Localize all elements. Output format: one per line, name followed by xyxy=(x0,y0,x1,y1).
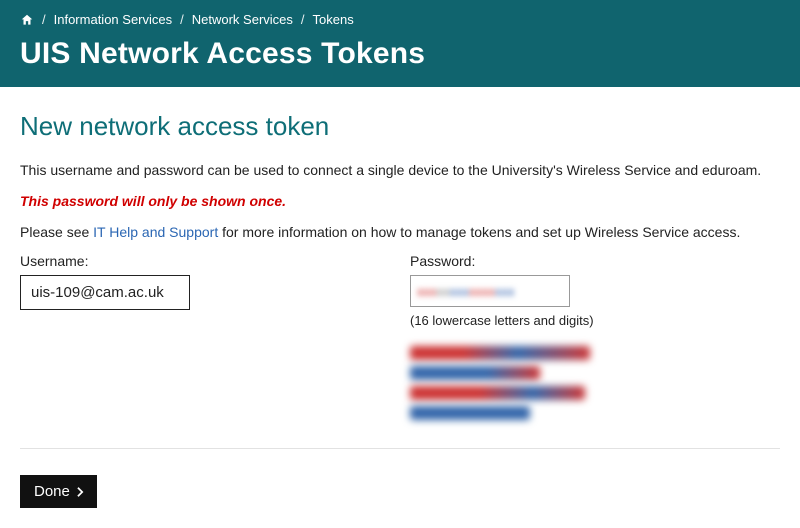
password-label: Password: xyxy=(410,253,780,269)
mnemonic-obscured xyxy=(410,346,780,420)
breadcrumb-item-information-services[interactable]: Information Services xyxy=(54,12,173,27)
breadcrumb-item-network-services[interactable]: Network Services xyxy=(192,12,293,27)
breadcrumb-separator: / xyxy=(301,12,305,27)
breadcrumb-separator: / xyxy=(180,12,184,27)
page-title: UIS Network Access Tokens xyxy=(20,37,780,71)
home-icon[interactable] xyxy=(20,13,34,27)
chevron-right-icon xyxy=(76,486,85,498)
breadcrumb-item-tokens: Tokens xyxy=(313,12,354,27)
breadcrumb: / Information Services / Network Service… xyxy=(20,12,780,27)
divider xyxy=(20,448,780,449)
help-suffix: for more information on how to manage to… xyxy=(218,224,740,240)
username-label: Username: xyxy=(20,253,390,269)
help-prefix: Please see xyxy=(20,224,93,240)
password-value-obscured: xxxxxxxxxxxxxxx xyxy=(410,275,570,307)
done-button-label: Done xyxy=(34,483,70,500)
breadcrumb-separator: / xyxy=(42,12,46,27)
intro-text: This username and password can be used t… xyxy=(20,160,780,181)
password-hint: (16 lowercase letters and digits) xyxy=(410,313,780,328)
help-link[interactable]: IT Help and Support xyxy=(93,224,218,240)
done-button[interactable]: Done xyxy=(20,475,97,508)
warning-text: This password will only be shown once. xyxy=(20,191,780,212)
help-text: Please see IT Help and Support for more … xyxy=(20,222,780,243)
content-heading: New network access token xyxy=(20,111,780,142)
username-value: uis-109@cam.ac.uk xyxy=(20,275,190,310)
